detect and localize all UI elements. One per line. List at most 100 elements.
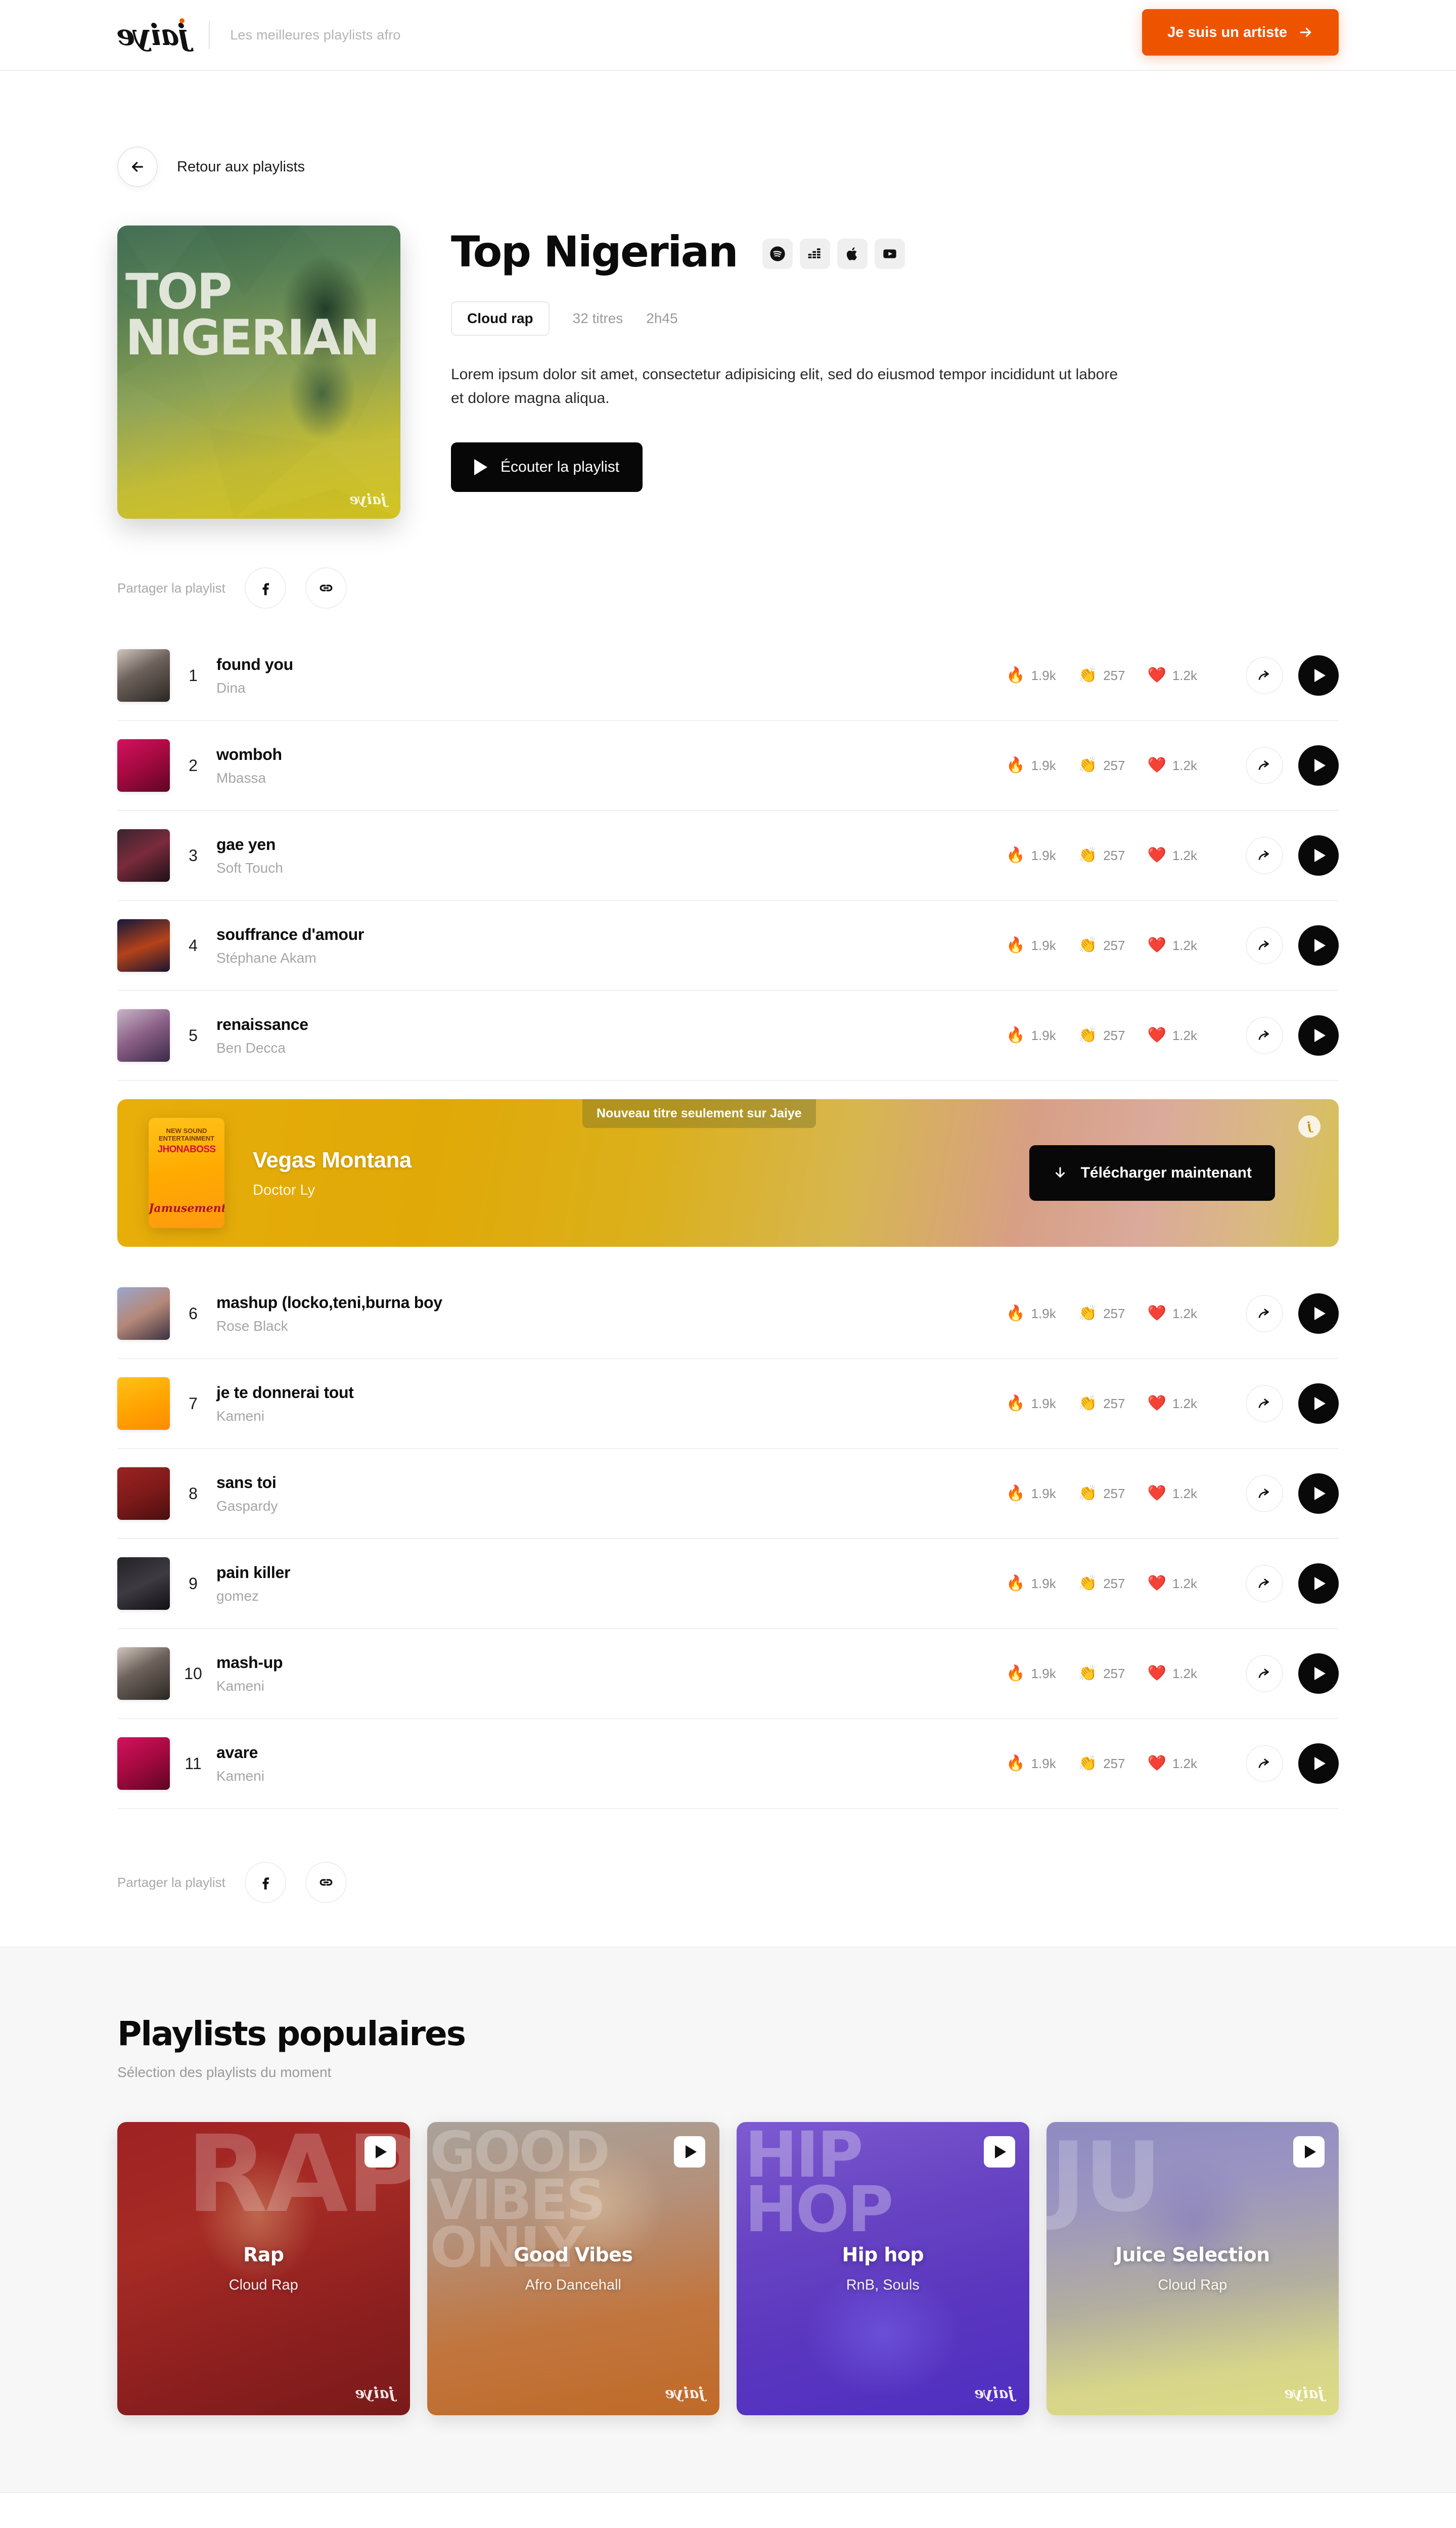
track-play-button[interactable]	[1298, 1653, 1339, 1694]
play-icon	[1314, 1397, 1326, 1410]
playlist-card[interactable]: JU Juice Selection Cloud Rap jaiye	[1046, 2122, 1339, 2415]
track-row[interactable]: 5 renaissance Ben Decca 🔥 1.9k 👏 257 ❤️ 1.2k	[117, 991, 1339, 1081]
cover-title: TOP NIGERIAN	[125, 267, 400, 362]
download-now-button[interactable]: Télécharger maintenant	[1029, 1145, 1275, 1201]
listen-playlist-label: Écouter la playlist	[500, 459, 620, 475]
playlist-duration: 2h45	[646, 310, 678, 326]
track-play-button[interactable]	[1298, 1743, 1339, 1784]
track-artwork	[117, 649, 170, 702]
track-share-button[interactable]	[1246, 657, 1283, 694]
spotify-link[interactable]	[762, 239, 793, 269]
brand[interactable]: jaiye Les meilleures playlists afro	[117, 18, 401, 52]
track-row[interactable]: 1 found you Dina 🔥 1.9k 👏 257 ❤️ 1.2k	[117, 631, 1339, 721]
track-actions	[1246, 655, 1339, 696]
track-row[interactable]: 9 pain killer gomez 🔥 1.9k 👏 257 ❤️ 1.2k	[117, 1539, 1339, 1629]
youtube-link[interactable]	[875, 239, 905, 269]
track-stats: 🔥 1.9k 👏 257 ❤️ 1.2k	[984, 938, 1197, 954]
share-link-button[interactable]	[305, 567, 347, 609]
heart-icon: ❤️	[1147, 1305, 1166, 1322]
track-play-button[interactable]	[1298, 1383, 1339, 1424]
fire-count: 1.9k	[1031, 1665, 1056, 1681]
track-share-button[interactable]	[1246, 747, 1283, 784]
promo-jaiye-badge[interactable]: j	[1298, 1115, 1321, 1138]
track-artwork	[117, 919, 170, 972]
download-now-label: Télécharger maintenant	[1080, 1164, 1252, 1181]
track-row[interactable]: 2 womboh Mbassa 🔥 1.9k 👏 257 ❤️ 1.2k	[117, 721, 1339, 811]
cover-column: TOP NIGERIAN jaiye	[117, 225, 451, 519]
card-play-button[interactable]	[674, 2136, 705, 2168]
playlist-card[interactable]: RAP Rap Cloud Rap jaiye	[117, 2122, 410, 2415]
track-row[interactable]: 6 mashup (locko,teni,burna boy Rose Black 🔥…	[117, 1269, 1339, 1359]
track-actions	[1246, 925, 1339, 966]
card-play-button[interactable]	[364, 2136, 396, 2168]
clap-icon: 👏	[1078, 1485, 1098, 1502]
play-icon	[1314, 1757, 1326, 1770]
fire-count: 1.9k	[1031, 757, 1056, 773]
track-play-button[interactable]	[1298, 1473, 1339, 1514]
clap-count: 257	[1103, 1665, 1125, 1681]
artist-cta-button[interactable]: Je suis un artiste	[1142, 9, 1339, 56]
track-stats: 🔥 1.9k 👏 257 ❤️ 1.2k	[984, 848, 1197, 864]
jaiye-logo[interactable]: jaiye	[117, 18, 189, 52]
track-stats: 🔥 1.9k 👏 257 ❤️ 1.2k	[984, 1756, 1197, 1772]
play-icon	[1314, 1577, 1326, 1590]
track-artwork	[117, 1647, 170, 1700]
track-play-button[interactable]	[1298, 745, 1339, 786]
track-play-button[interactable]	[1298, 835, 1339, 876]
heart-count: 1.2k	[1172, 1395, 1197, 1411]
track-row[interactable]: 4 souffrance d'amour Stéphane Akam 🔥 1.9k 👏 25…	[117, 901, 1339, 991]
track-artist: Gaspardy	[216, 1498, 278, 1514]
track-row[interactable]: 10 mash-up Kameni 🔥 1.9k 👏 257 ❤️ 1.2k	[117, 1629, 1339, 1719]
listen-playlist-button[interactable]: Écouter la playlist	[451, 442, 643, 492]
stat-heart: ❤️ 1.2k	[1147, 1306, 1197, 1322]
playlist-card[interactable]: GOOD VIBES ONLY Good Vibes Afro Dancehall jai…	[427, 2122, 719, 2415]
share-link-button-bottom[interactable]	[305, 1862, 347, 1903]
cover-jaiye-logo: jaiye	[349, 491, 386, 508]
card-jaiye-logo: jaiye	[1284, 2384, 1324, 2402]
apple-music-link[interactable]	[837, 239, 868, 269]
track-title: found you	[216, 655, 293, 673]
track-play-button[interactable]	[1298, 655, 1339, 696]
track-count: 32 titres	[572, 310, 623, 326]
track-share-button[interactable]	[1246, 1655, 1283, 1692]
card-play-button[interactable]	[1293, 2136, 1325, 2168]
track-title: souffrance d'amour	[216, 925, 365, 943]
playlist-card[interactable]: HIP HOP Hip hop RnB, Souls jaiye	[737, 2122, 1029, 2415]
share-facebook-button-bottom[interactable]	[244, 1862, 286, 1903]
clap-icon: 👏	[1078, 1665, 1098, 1682]
share-facebook-button[interactable]	[244, 567, 286, 609]
track-share-button[interactable]	[1246, 1017, 1283, 1054]
track-share-button[interactable]	[1246, 1475, 1283, 1512]
track-share-button[interactable]	[1246, 1565, 1283, 1602]
deezer-link[interactable]	[800, 239, 831, 269]
stat-clap: 👏 257	[1078, 1756, 1125, 1772]
track-row[interactable]: 7 je te donnerai tout Kameni 🔥 1.9k 👏 257 ❤️ 1.2…	[117, 1359, 1339, 1449]
genre-tag[interactable]: Cloud rap	[451, 301, 550, 336]
track-actions	[1246, 835, 1339, 876]
track-row[interactable]: 3 gae yen Soft Touch 🔥 1.9k 👏 257 ❤️ 1.2k	[117, 811, 1339, 901]
track-share-button[interactable]	[1246, 837, 1283, 874]
track-play-button[interactable]	[1298, 1563, 1339, 1604]
card-center: Rap Cloud Rap	[117, 2244, 410, 2294]
play-icon	[995, 2145, 1006, 2158]
back-to-playlists[interactable]: Retour aux playlists	[117, 71, 1339, 187]
track-row[interactable]: 11 avare Kameni 🔥 1.9k 👏 257 ❤️ 1.2k	[117, 1719, 1339, 1809]
track-share-button[interactable]	[1246, 1385, 1283, 1422]
promo-banner[interactable]: Nouveau titre seulement sur Jaiye NEW SO…	[117, 1099, 1339, 1247]
back-button[interactable]	[117, 147, 158, 187]
card-play-button[interactable]	[983, 2136, 1015, 2168]
track-meta: souffrance d'amour Stéphane Akam	[216, 925, 984, 966]
track-play-button[interactable]	[1298, 1293, 1339, 1334]
track-play-button[interactable]	[1298, 925, 1339, 966]
playlist-card-grid: RAP Rap Cloud Rap jaiye GOOD VIBES ONLY Good Vi…	[117, 2122, 1339, 2415]
track-share-button[interactable]	[1246, 927, 1283, 964]
track-row[interactable]: 8 sans toi Gaspardy 🔥 1.9k 👏 257 ❤️ 1.2k	[117, 1449, 1339, 1539]
track-meta: gae yen Soft Touch	[216, 835, 984, 876]
track-play-button[interactable]	[1298, 1015, 1339, 1056]
track-share-button[interactable]	[1246, 1295, 1283, 1332]
stat-clap: 👏 257	[1078, 1486, 1125, 1502]
play-icon	[1314, 669, 1326, 682]
track-share-button[interactable]	[1246, 1745, 1283, 1782]
card-genre: Cloud Rap	[229, 2277, 298, 2293]
stat-clap: 👏 257	[1078, 668, 1125, 684]
